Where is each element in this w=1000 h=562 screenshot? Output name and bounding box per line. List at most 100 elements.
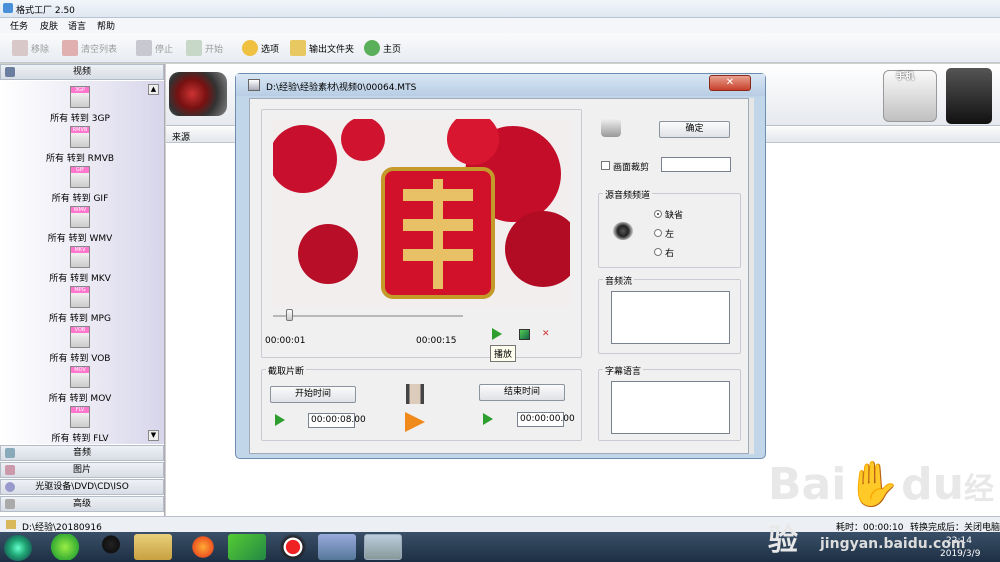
video-preview [273, 119, 570, 307]
menu-help[interactable]: 帮助 [97, 19, 115, 32]
home-button[interactable]: 主页 [364, 39, 401, 57]
app-icon [3, 3, 13, 13]
stop-button[interactable]: 停止 [136, 39, 173, 57]
menu-skin[interactable]: 皮肤 [40, 19, 58, 32]
crop-checkbox[interactable] [601, 161, 610, 170]
taskbar-firefox-icon[interactable] [184, 534, 222, 560]
clip-group: 截取片断 开始时间 结束时间 00:00:08.00 00:00:00.00 [261, 364, 582, 441]
crop-input[interactable] [661, 157, 731, 172]
end-time-input[interactable]: 00:00:00.00 [517, 412, 575, 427]
mute-icon[interactable]: ✕ [542, 329, 554, 340]
dialog-scrollbar[interactable] [749, 98, 754, 454]
subtitle-list[interactable] [611, 381, 730, 434]
options-button[interactable]: 选项 [242, 39, 279, 57]
play-start-icon[interactable] [275, 414, 285, 426]
time-total: 00:00:15 [416, 336, 457, 346]
end-time-button[interactable]: 结束时间 [479, 384, 565, 401]
play-icon[interactable] [492, 328, 502, 340]
list-item-mov[interactable]: MOV 所有 转到 MOV [0, 364, 162, 404]
rmvb-icon: RMVB [70, 126, 90, 148]
list-item-3gp[interactable]: 3GP 所有 转到 3GP [0, 84, 162, 124]
clear-list-button[interactable]: 清空列表 [62, 39, 117, 57]
subtitle-group: 字幕语言 [598, 364, 741, 441]
taskbar-recorder-icon[interactable] [274, 534, 312, 560]
advanced-section-icon [5, 499, 15, 509]
sidebar: 视频 3GP 所有 转到 3GP RMVB 所有 转到 RMVB GIF 所有 转到 … [0, 64, 165, 516]
folder-small-icon [6, 520, 16, 529]
scroll-up-button[interactable]: ▲ [148, 84, 159, 95]
menu-task[interactable]: 任务 [10, 19, 28, 32]
mpg-icon: MPG [70, 286, 90, 308]
sidebar-section-advanced[interactable]: 高级 [0, 496, 164, 512]
remove-icon [12, 40, 28, 56]
preview-group: 00:00:01 00:00:15 ✕ 播放 [261, 109, 582, 362]
seek-track[interactable] [273, 315, 463, 317]
start-button[interactable]: 开始 [186, 39, 223, 57]
arrow-right-icon [405, 412, 425, 432]
scissors-film-icon [406, 384, 424, 404]
watermark-url: jingyan.baidu.com [820, 536, 966, 552]
flv-icon: FLV [70, 406, 90, 428]
audio-stream-group: 音频流 [598, 274, 741, 354]
list-item-wmv[interactable]: WMV 所有 转到 WMV [0, 204, 162, 244]
taskbar-explorer-icon[interactable] [134, 534, 172, 560]
list-item-gif[interactable]: GIF 所有 转到 GIF [0, 164, 162, 204]
gear-icon [242, 40, 258, 56]
taskbar-iqiyi-icon[interactable] [228, 534, 266, 560]
start-time-input[interactable]: 00:00:08.00 [308, 413, 366, 428]
image-section-icon [5, 465, 15, 475]
list-item-flv[interactable]: FLV 所有 转到 FLV [0, 404, 162, 444]
taskbar-app-blue[interactable] [318, 534, 356, 560]
paw-icon: ✋ [846, 459, 902, 510]
clear-x-icon [62, 40, 78, 56]
channel-right-radio[interactable] [654, 248, 662, 256]
list-item-mkv[interactable]: MKV 所有 转到 MKV [0, 244, 162, 284]
dialog-body: 00:00:01 00:00:15 ✕ 播放 确定 画面裁剪 源音频频道 缺省 … [249, 98, 749, 454]
channel-default-label: 缺省 [665, 211, 684, 221]
mkv-icon: MKV [70, 246, 90, 268]
menubar: 任务 皮肤 语言 帮助 [0, 18, 1000, 33]
play-tooltip: 播放 [490, 345, 517, 362]
stop-icon[interactable] [519, 329, 530, 340]
sidebar-section-disc[interactable]: 光驱设备\DVD\CD\ISO [0, 479, 164, 495]
audio-channel-group: 源音频频道 缺省 左 右 [598, 188, 741, 268]
menu-language[interactable]: 语言 [68, 19, 86, 32]
start-icon [186, 40, 202, 56]
video-section-icon [5, 67, 15, 77]
taskbar-qq-icon[interactable] [92, 534, 130, 560]
start-orb-icon[interactable] [4, 535, 32, 561]
play-end-icon[interactable] [483, 413, 493, 425]
dialog-titlebar: D:\经验\经验素材\视频0\00064.MTS ✕ [236, 74, 765, 96]
sidebar-section-image[interactable]: 图片 [0, 462, 164, 478]
dialog-close-button[interactable]: ✕ [709, 75, 751, 91]
list-item-mpg[interactable]: MPG 所有 转到 MPG [0, 284, 162, 324]
video-format-list: 3GP 所有 转到 3GP RMVB 所有 转到 RMVB GIF 所有 转到 GIF… [0, 81, 164, 444]
taskbar-format-factory-icon[interactable] [364, 534, 402, 560]
folder-icon [290, 40, 306, 56]
audio-section-icon [5, 448, 15, 458]
camera-icon [601, 119, 621, 137]
remove-button[interactable]: 移除 [12, 39, 49, 57]
seek-thumb[interactable] [286, 309, 294, 321]
sidebar-section-audio[interactable]: 音频 [0, 445, 164, 461]
list-item-rmvb[interactable]: RMVB 所有 转到 RMVB [0, 124, 162, 164]
globe-icon [364, 40, 380, 56]
sidebar-section-video[interactable]: 视频 [0, 64, 164, 80]
mov-icon: MOV [70, 366, 90, 388]
audio-stream-list[interactable] [611, 291, 730, 344]
confirm-button[interactable]: 确定 [659, 121, 730, 138]
gif-icon: GIF [70, 166, 90, 188]
stop-icon [136, 40, 152, 56]
channel-left-radio[interactable] [654, 229, 662, 237]
list-item-vob[interactable]: VOB 所有 转到 VOB [0, 324, 162, 364]
output-folder-button[interactable]: 输出文件夹 [290, 39, 354, 57]
smartphone-icon [946, 68, 992, 124]
scroll-down-button[interactable]: ▼ [148, 430, 159, 441]
channel-default-radio[interactable] [654, 210, 662, 218]
app-titlebar: 格式工厂 2.50 [0, 0, 1000, 18]
film-icon [248, 79, 260, 91]
source-column-label: 来源 [172, 133, 191, 143]
start-time-button[interactable]: 开始时间 [270, 386, 356, 403]
vob-icon: VOB [70, 326, 90, 348]
taskbar-app-green[interactable] [46, 534, 84, 560]
